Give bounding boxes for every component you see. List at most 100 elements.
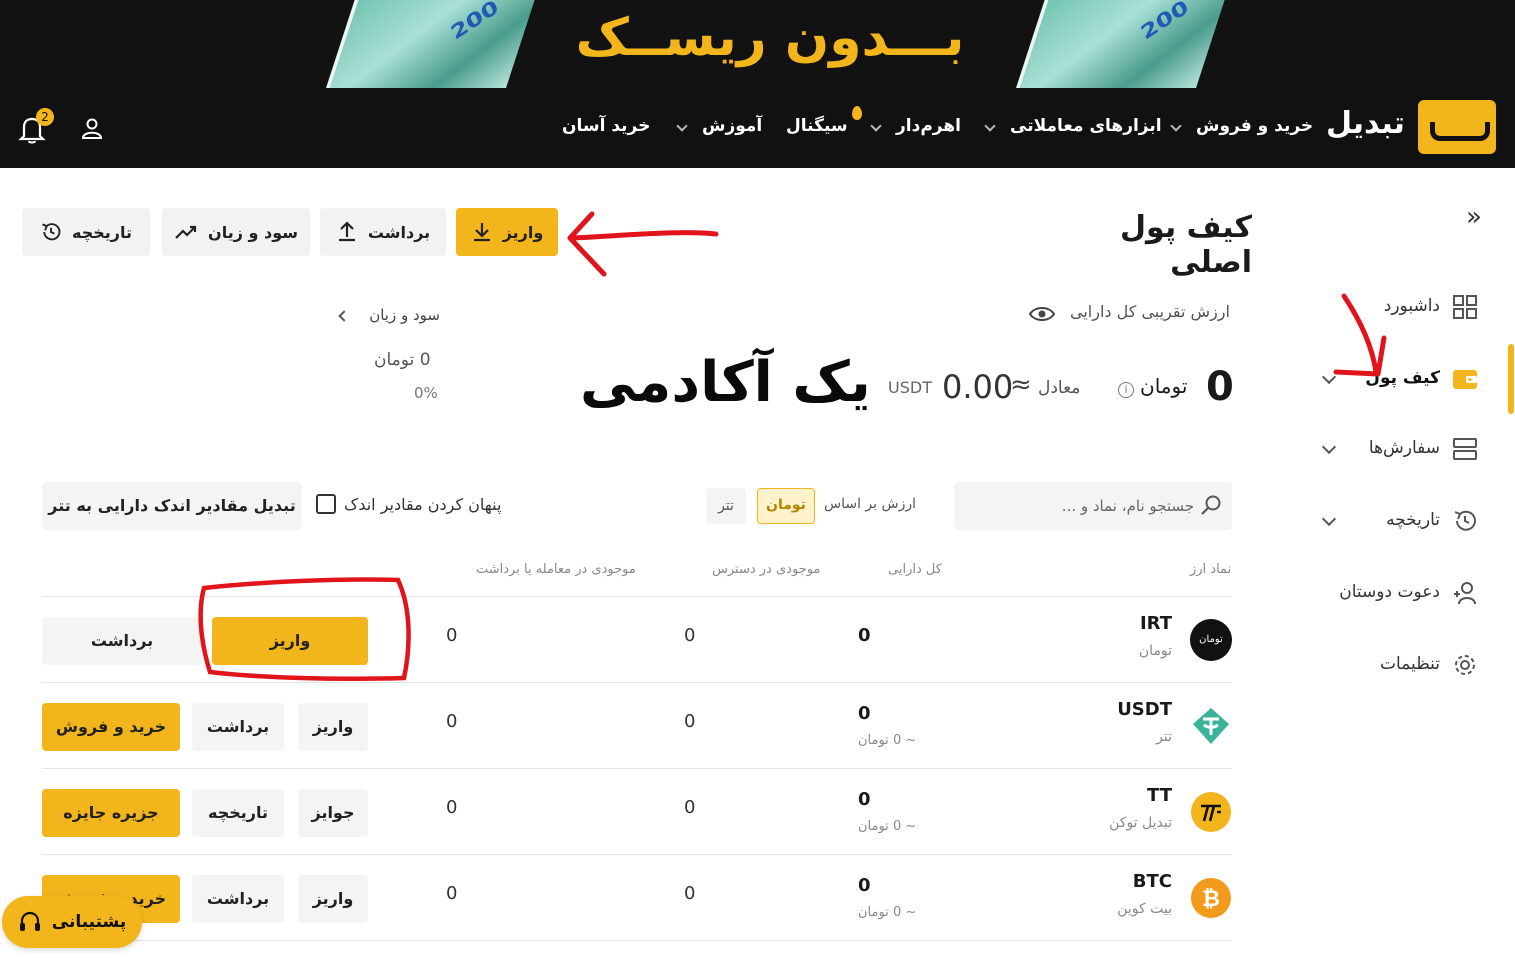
sidebar-item-label: کیف پول	[1365, 368, 1440, 388]
sidebar-item-label: تاریخچه	[1386, 510, 1440, 530]
promo-banner[interactable]: 200 200 بـــدون ریســک	[0, 0, 1515, 88]
eye-icon[interactable]	[1028, 304, 1056, 324]
fire-icon	[852, 106, 862, 120]
sidebar-item-dashboard[interactable]: داشبورد	[1330, 288, 1500, 328]
total-unit: تومان	[1140, 374, 1188, 398]
deposit-button[interactable]: واریز	[298, 875, 368, 923]
coin-symbol: USDT	[1117, 699, 1172, 720]
table-row: USDT تتر 0 ~ 0 تومان 0 0 واریز برداشت خر…	[42, 682, 1232, 768]
in-order-balance: 0	[446, 883, 458, 904]
dashboard-icon	[1453, 295, 1477, 319]
withdraw-button[interactable]: برداشت	[320, 208, 446, 256]
history-icon	[42, 223, 61, 241]
headset-icon	[19, 911, 40, 931]
chevron-down-icon[interactable]	[1321, 439, 1337, 455]
sidebar-item-orders[interactable]: سفارش‌ها	[1321, 430, 1500, 470]
coin-name: تومان	[1138, 643, 1172, 659]
brand-name[interactable]: تبدیل	[1326, 106, 1405, 141]
pnl-button[interactable]: سود و زیان	[162, 208, 310, 256]
sidebar-item-wallet[interactable]: کیف پول	[1321, 360, 1500, 400]
equivalent-label: معادل	[1038, 378, 1081, 398]
sidebar-item-label: دعوت دوستان	[1339, 582, 1440, 602]
coin-name: بیت کوین	[1117, 901, 1172, 917]
total-value: 0	[1206, 364, 1234, 410]
search-box[interactable]	[954, 482, 1232, 530]
approx-sign: ≈	[1010, 370, 1032, 400]
prize-island-button[interactable]: جزیره جایزه	[42, 789, 180, 837]
search-input[interactable]	[994, 492, 1194, 520]
nav-item-leverage[interactable]: اهرم‌دار	[896, 116, 961, 136]
sidebar-item-label: تنظیمات	[1380, 654, 1440, 674]
gear-icon	[1455, 655, 1475, 675]
column-header-symbol: نماد ارز	[1190, 562, 1232, 577]
history-button[interactable]: تاریخچه	[192, 789, 284, 837]
nav-item-buy-sell[interactable]: خرید و فروش	[1196, 116, 1313, 136]
withdraw-button[interactable]: برداشت	[42, 617, 202, 665]
in-order-balance: 0	[446, 625, 458, 646]
deposit-button[interactable]: واریز	[212, 617, 368, 665]
available-balance: 0	[684, 711, 696, 732]
hide-small-checkbox[interactable]: پنهان کردن مقادیر اندک	[316, 494, 501, 514]
total-balance-toman: ~ 0 تومان	[858, 905, 917, 920]
sidebar-item-settings[interactable]: تنظیمات	[1330, 646, 1500, 686]
rewards-button[interactable]: جوایز	[298, 789, 368, 837]
trend-up-icon	[175, 225, 197, 239]
chevron-down-icon[interactable]	[1321, 511, 1337, 527]
chevron-down-icon	[870, 120, 882, 132]
page-title: کیف پول اصلی	[1120, 210, 1252, 280]
banner-text: بـــدون ریســک	[575, 8, 965, 68]
chevron-down-icon	[984, 120, 996, 132]
deposit-button[interactable]: واریز	[298, 703, 368, 751]
usdt-value: 0.00	[942, 368, 1014, 406]
collapse-sidebar-icon[interactable]: »	[1466, 202, 1482, 232]
chevron-down-icon	[1170, 120, 1182, 132]
watermark-text: یک آکادمی	[580, 350, 871, 415]
in-order-balance: 0	[446, 797, 458, 818]
download-icon	[473, 223, 490, 242]
wallet-icon	[1453, 370, 1477, 389]
deposit-button[interactable]: واریز	[456, 208, 558, 256]
pnl-value: 0 تومان	[374, 350, 431, 370]
orders-icon	[1453, 438, 1477, 460]
history-icon	[1454, 510, 1476, 531]
search-icon	[1201, 495, 1221, 515]
bitcoin-coin-icon: ₿	[1191, 878, 1231, 918]
user-icon[interactable]	[80, 116, 104, 140]
upload-icon	[338, 221, 355, 242]
nav-item-easy-buy[interactable]: خرید آسان	[562, 116, 650, 136]
available-balance: 0	[684, 883, 696, 904]
logo-icon[interactable]	[1418, 100, 1496, 154]
tether-coin-icon	[1193, 708, 1229, 744]
divider	[42, 940, 1232, 941]
toggle-toman[interactable]: تومان	[757, 488, 815, 524]
toggle-tether[interactable]: تتر	[706, 488, 746, 524]
chevron-down-icon[interactable]	[1321, 369, 1337, 385]
sidebar-item-history[interactable]: تاریخچه	[1321, 502, 1500, 542]
nav-item-trading-tools[interactable]: ابزارهای معاملاتی	[1010, 116, 1162, 136]
pnl-link[interactable]: سود و زیان	[340, 306, 440, 324]
column-header-available: موجودی در دسترس	[712, 562, 821, 577]
history-button[interactable]: تاریخچه	[22, 208, 150, 256]
column-header-total: کل دارایی	[888, 562, 942, 577]
support-button[interactable]: پشتیبانی	[2, 896, 142, 948]
sidebar-item-label: داشبورد	[1383, 296, 1440, 316]
available-balance: 0	[684, 625, 696, 646]
available-balance: 0	[684, 797, 696, 818]
coin-name: تبدیل توکن	[1109, 815, 1172, 831]
nav-item-signal[interactable]: سیگنال	[786, 116, 848, 136]
usdt-unit: USDT	[888, 378, 932, 397]
info-icon[interactable]: i	[1118, 382, 1134, 398]
buy-sell-button[interactable]: خرید و فروش	[42, 703, 180, 751]
banknote-image: 200	[1012, 0, 1228, 88]
convert-small-button[interactable]: تبدیل مقادیر اندک دارایی به تتر	[42, 482, 302, 530]
checkbox[interactable]	[316, 494, 336, 514]
withdraw-button[interactable]: برداشت	[192, 703, 284, 751]
value-basis-label: ارزش بر اساس	[824, 496, 916, 512]
estimated-value-label: ارزش تقریبی کل دارایی	[1070, 302, 1230, 321]
top-navbar: تبدیل خرید و فروش ابزارهای معاملاتی اهرم…	[0, 88, 1515, 168]
total-balance: 0	[858, 625, 871, 646]
withdraw-button[interactable]: برداشت	[192, 875, 284, 923]
nav-item-education[interactable]: آموزش	[702, 116, 762, 136]
coin-symbol: BTC	[1132, 871, 1172, 892]
sidebar-item-invite[interactable]: دعوت دوستان	[1330, 574, 1500, 614]
